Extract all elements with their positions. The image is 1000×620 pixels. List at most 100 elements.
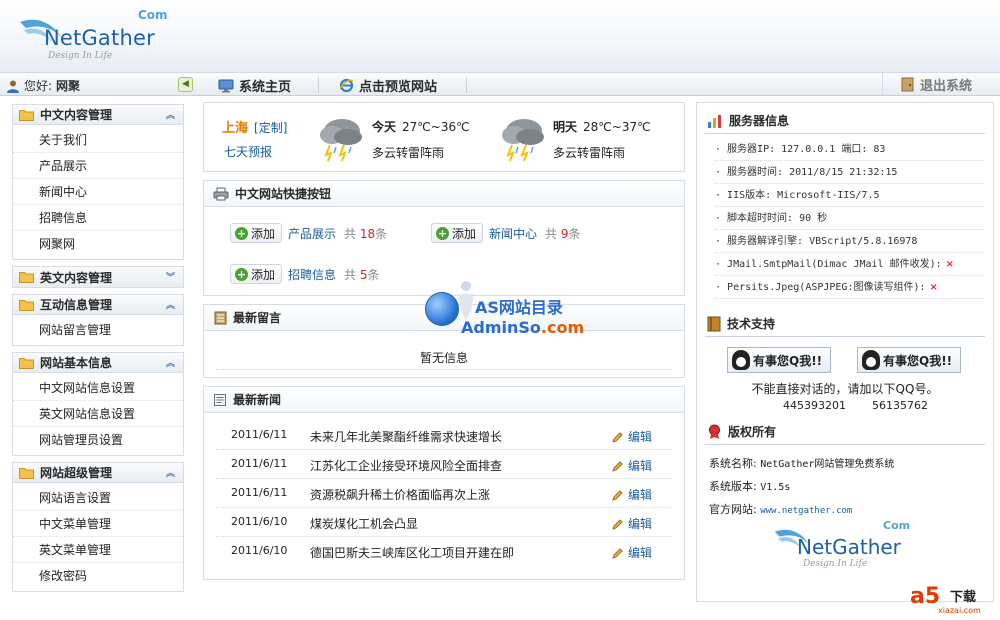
- server-ip: · 服务器IP: 127.0.0.1 端口: 83: [715, 138, 983, 161]
- quick-item-jobs: + 添加 招聘信息 共 5条: [230, 264, 380, 284]
- sidebar-item-cn-site-settings[interactable]: 中文网站信息设置: [13, 375, 183, 401]
- news-row: 2011/6/11 未来几年北美聚酯纤维需求快速增长 编辑: [216, 421, 672, 450]
- chevron-up-icon[interactable]: ︽: [166, 298, 175, 311]
- a5-download-watermark: a5 下载 xiazai.com: [910, 582, 990, 616]
- quick-buttons-title: 中文网站快捷按钮: [235, 187, 332, 201]
- sidebar-group-header[interactable]: 英文内容管理 ︾: [13, 267, 183, 287]
- divider: [705, 133, 985, 134]
- logout-label: 退出系统: [920, 78, 973, 94]
- server-jmail: · JMail.SmtpMail(Dimac JMail 邮件收发): ×: [715, 253, 983, 276]
- sidebar-group-header[interactable]: 网站超级管理 ︽: [13, 463, 183, 483]
- news-date: 2011/6/11: [231, 486, 288, 499]
- folder-icon: [19, 467, 34, 479]
- official-site-link[interactable]: www.netgather.com: [760, 506, 852, 516]
- weather-tomorrow: 明天 28℃~37℃: [553, 120, 651, 134]
- sidebar-item-change-password[interactable]: 修改密码: [13, 563, 183, 589]
- chevron-up-icon[interactable]: ︽: [166, 356, 175, 369]
- quick-item-name[interactable]: 产品展示: [288, 225, 336, 242]
- edit-news-button[interactable]: 编辑: [612, 544, 652, 561]
- sidebar-item-news[interactable]: 新闻中心: [13, 179, 183, 205]
- document-icon: [214, 393, 226, 406]
- sidebar-group-title: 中文内容管理: [40, 108, 113, 122]
- nav-home-link[interactable]: 系统主页: [218, 76, 291, 95]
- sidebar-item-jobs[interactable]: 招聘信息: [13, 205, 183, 231]
- sidebar-item-wangju[interactable]: 网聚网: [13, 231, 183, 257]
- edit-news-button[interactable]: 编辑: [612, 486, 652, 503]
- edit-news-button[interactable]: 编辑: [612, 457, 652, 474]
- copyright-title: 版权所有: [728, 425, 777, 439]
- sidebar-item-guestbook[interactable]: 网站留言管理: [13, 317, 183, 343]
- logout-button[interactable]: 退出系统: [882, 73, 1000, 95]
- server-persits: · Persits.Jpeg(ASPJPEG:图像读写组件): ×: [715, 276, 983, 299]
- news-title[interactable]: 江苏化工企业接受环境风险全面排查: [310, 457, 502, 474]
- latest-messages-title: 最新留言: [233, 311, 282, 325]
- server-iis: · IIS版本: Microsoft-IIS/7.5: [715, 184, 983, 207]
- latest-news-panel: 最新新闻 2011/6/11 未来几年北美聚酯纤维需求快速增长 编辑 2011/…: [203, 386, 685, 580]
- adminso-watermark: AS网站目录 AdminSo.com: [425, 280, 585, 344]
- edit-news-button[interactable]: 编辑: [612, 428, 652, 445]
- sidebar-group-title: 网站超级管理: [40, 466, 113, 480]
- watermark-line2: AdminSo.com: [461, 318, 585, 337]
- quick-item-count: 共 5条: [344, 267, 380, 282]
- sidebar-item-en-site-settings[interactable]: 英文网站信息设置: [13, 401, 183, 427]
- quick-item-products: + 添加 产品展示 共 18条: [230, 223, 387, 243]
- server-engine: · 服务器解译引擎: VBScript/5.8.16978: [715, 230, 983, 253]
- add-products-button[interactable]: + 添加: [230, 223, 283, 243]
- add-jobs-button[interactable]: + 添加: [230, 264, 283, 284]
- a5-site: xiazai.com: [938, 606, 981, 615]
- server-time: · 服务器时间: 2011/8/15 21:32:15: [715, 161, 983, 184]
- sidebar-group-title: 网站基本信息: [40, 356, 113, 370]
- user-greeting: 您好: 网聚: [6, 77, 80, 94]
- quick-item-count: 共 9条: [545, 226, 581, 241]
- divider: [216, 369, 672, 370]
- chevron-up-icon[interactable]: ︽: [166, 108, 175, 121]
- sidebar-group-title: 英文内容管理: [40, 270, 113, 285]
- door-icon: [901, 77, 914, 91]
- news-title[interactable]: 煤炭煤化工机会凸显: [310, 515, 418, 532]
- news-title[interactable]: 德国巴斯夫三峡库区化工项目开建在即: [310, 544, 514, 561]
- copyright-header: 版权所有: [707, 423, 776, 440]
- news-title[interactable]: 资源税飙升稀土价格面临再次上涨: [310, 486, 490, 503]
- collapse-sidebar-button[interactable]: ◀: [178, 77, 193, 92]
- weather-forecast-link[interactable]: 七天预报: [224, 143, 272, 160]
- printer-icon: [213, 187, 229, 200]
- nav-preview-label: 点击预览网站: [359, 80, 438, 95]
- latest-news-header: 最新新闻: [204, 387, 684, 413]
- news-title[interactable]: 未来几年北美聚酯纤维需求快速增长: [310, 428, 502, 445]
- weather-today-desc: 多云转雷阵雨: [372, 146, 445, 160]
- sidebar-group-en-content: 英文内容管理 ︾: [12, 266, 184, 288]
- sidebar-item-about[interactable]: 关于我们: [13, 127, 183, 153]
- divider: [705, 444, 985, 445]
- edit-news-button[interactable]: 编辑: [612, 515, 652, 532]
- sidebar-item-admin-settings[interactable]: 网站管理员设置: [13, 427, 183, 453]
- nav-home-label: 系统主页: [239, 80, 292, 95]
- sidebar-item-cn-menu[interactable]: 中文菜单管理: [13, 511, 183, 537]
- qq-contact-button-2[interactable]: 有事您Q我!!: [857, 347, 961, 373]
- quick-item-name[interactable]: 招聘信息: [288, 266, 336, 283]
- sidebar-item-language-settings[interactable]: 网站语言设置: [13, 485, 183, 511]
- sidebar-item-en-menu[interactable]: 英文菜单管理: [13, 537, 183, 563]
- user-icon: [7, 80, 19, 93]
- sidebar-group-header[interactable]: 中文内容管理 ︽: [13, 105, 183, 125]
- folder-icon: [19, 109, 34, 121]
- news-date: 2011/6/11: [231, 428, 288, 441]
- right-panel: 服务器信息 · 服务器IP: 127.0.0.1 端口: 83 · 服务器时间:…: [696, 102, 994, 602]
- quick-item-name[interactable]: 新闻中心: [489, 225, 537, 242]
- nav-preview-link[interactable]: 点击预览网站: [339, 76, 437, 95]
- weather-customize-link[interactable]: [定制]: [254, 121, 287, 135]
- quick-item-news: + 添加 新闻中心 共 9条: [431, 223, 581, 243]
- latest-news-title: 最新新闻: [233, 393, 282, 407]
- chevron-up-icon[interactable]: ︽: [166, 466, 175, 479]
- qq-contact-button-1[interactable]: 有事您Q我!!: [727, 347, 831, 373]
- sidebar-item-products[interactable]: 产品展示: [13, 153, 183, 179]
- pencil-icon: [612, 547, 623, 559]
- chevron-down-icon[interactable]: ︾: [166, 270, 175, 283]
- sidebar-group-header[interactable]: 网站基本信息 ︽: [13, 353, 183, 373]
- main-content: 上海 [定制] 七天预报 今天 27℃~36℃ 多云转雷阵雨 明天 28℃~37℃: [203, 102, 685, 588]
- greeting-text: 您好:: [24, 79, 53, 93]
- sidebar-group-super-admin: 网站超级管理 ︽ 网站语言设置 中文菜单管理 英文菜单管理 修改密码: [12, 462, 184, 592]
- globe-icon: [425, 292, 459, 326]
- sidebar-group-header[interactable]: 互动信息管理 ︽: [13, 295, 183, 315]
- official-site: 官方网站: www.netgather.com: [709, 503, 853, 516]
- add-news-button[interactable]: + 添加: [431, 223, 484, 243]
